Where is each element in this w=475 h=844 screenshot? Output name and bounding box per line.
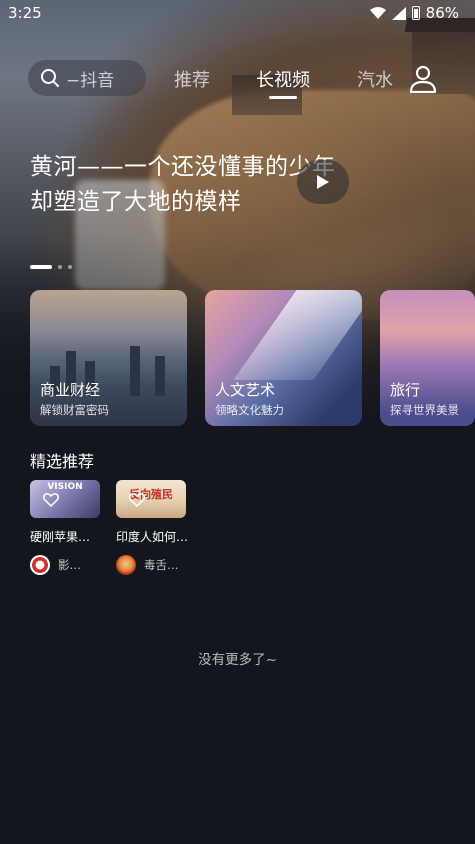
carousel-indicator (30, 265, 72, 269)
category-title: 旅行 (390, 381, 421, 399)
carousel-dot (68, 265, 72, 269)
battery-percent: 86% (425, 4, 459, 22)
category-subtitle: 探寻世界美景 (390, 403, 459, 417)
video-card[interactable]: 反向殖民 印度人如何… 毒舌… (116, 480, 189, 575)
status-time: 3:25 (8, 4, 42, 22)
status-bar: 3:25 86% (0, 0, 475, 26)
section-title: 精选推荐 (30, 452, 95, 471)
author-name: 毒舌… (144, 558, 179, 572)
tab-recommend[interactable]: 推荐 (174, 66, 210, 92)
category-card-arts[interactable]: 人文艺术 领略文化魅力 (205, 290, 362, 426)
avatar (30, 555, 50, 575)
category-card-business[interactable]: 商业财经 解锁财富密码 (30, 290, 187, 426)
category-title: 人文艺术 (215, 381, 276, 399)
carousel-dot-active (30, 265, 52, 269)
thumbnail-text: 反向殖民 (129, 488, 173, 501)
heart-icon (43, 493, 59, 507)
video-thumbnail[interactable]: 反向殖民 (116, 480, 186, 518)
active-tab-indicator (269, 96, 297, 99)
author-name: 影… (58, 558, 81, 572)
carousel-dot (58, 265, 62, 269)
end-of-list-text: 没有更多了~ (198, 652, 277, 668)
avatar (116, 555, 136, 575)
video-card[interactable]: VISION 硬刚苹果… 影… (30, 480, 100, 575)
video-title: 印度人如何… (116, 530, 189, 544)
user-icon[interactable] (407, 64, 439, 94)
city-building (155, 356, 165, 396)
top-navigation: −抖音 推荐 长视频 汽水 (28, 60, 475, 99)
tab-long-video[interactable]: 长视频 (256, 66, 310, 92)
tab-soda[interactable]: 汽水 (357, 66, 393, 92)
video-author[interactable]: 毒舌… (116, 555, 186, 575)
battery-icon (411, 6, 420, 20)
category-subtitle: 领略文化魅力 (215, 403, 284, 417)
video-title: 硬刚苹果… (30, 530, 91, 544)
heart-icon (129, 493, 145, 507)
category-title: 商业财经 (40, 381, 101, 399)
video-author[interactable]: 影… (30, 555, 100, 575)
category-carousel[interactable]: 商业财经 解锁财富密码 人文艺术 领略文化魅力 旅行 探寻世界美景 (30, 290, 475, 426)
city-building (130, 346, 140, 396)
search-placeholder: −抖音 (66, 70, 115, 91)
category-subtitle: 解锁财富密码 (40, 403, 109, 417)
wifi-icon (369, 7, 386, 19)
play-icon (317, 175, 329, 189)
thumbnail-text: VISION (47, 482, 83, 492)
search-icon (41, 69, 59, 87)
play-button[interactable] (297, 160, 349, 204)
building-glass (233, 290, 362, 380)
category-card-travel[interactable]: 旅行 探寻世界美景 (380, 290, 475, 426)
signal-icon (391, 6, 406, 20)
search-box[interactable]: −抖音 (28, 60, 146, 96)
video-thumbnail[interactable]: VISION (30, 480, 100, 518)
